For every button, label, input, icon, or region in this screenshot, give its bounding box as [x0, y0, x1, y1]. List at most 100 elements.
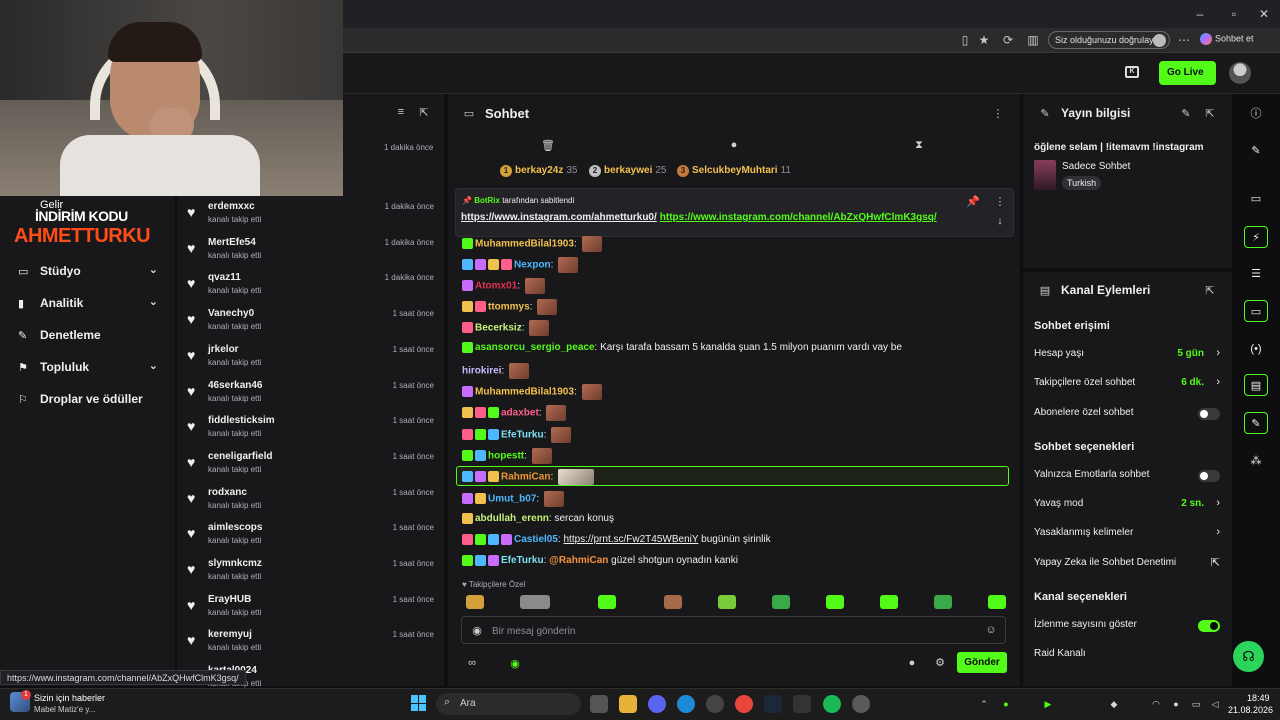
- quick-emote-button[interactable]: [772, 595, 790, 609]
- chat-username[interactable]: EfeTurku: [501, 555, 544, 566]
- send-button[interactable]: Gönder: [957, 652, 1007, 673]
- follower-row[interactable]: ♥ Vanechy0 kanalı takip etti 1 saat önce: [187, 308, 437, 342]
- points-icon[interactable]: ∞: [465, 657, 479, 669]
- chat-message[interactable]: Umut_b07:: [462, 491, 564, 509]
- tray-discord-icon[interactable]: ◆: [1108, 698, 1120, 710]
- chat-username[interactable]: MuhammedBilal1903: [475, 387, 574, 398]
- taskbar-search[interactable]: ⌕ Ara: [436, 693, 581, 715]
- chat-message[interactable]: Becerksiz:: [462, 320, 550, 338]
- edge-icon[interactable]: [677, 695, 695, 713]
- wrench-icon[interactable]: ✎: [1244, 412, 1268, 434]
- add-widget-icon[interactable]: ⁂: [1244, 450, 1268, 472]
- maximize-icon[interactable]: ▫: [1226, 6, 1242, 22]
- start-button[interactable]: [411, 695, 427, 711]
- follower-name[interactable]: MertEfe54: [208, 237, 256, 248]
- go-live-button[interactable]: Go Live: [1159, 61, 1216, 85]
- follower-row[interactable]: ♥ aimlescops kanalı takip etti 1 saat önce: [187, 522, 437, 556]
- expand-down-icon[interactable]: ↓: [993, 215, 1007, 227]
- follower-row[interactable]: ♥ jrkelor kanalı takip etti 1 saat önce: [187, 344, 437, 378]
- chat-message[interactable]: Nexpon:: [462, 257, 579, 275]
- follower-row[interactable]: ♥ MertEfe54 kanalı takip etti 1 dakika önce: [187, 237, 437, 271]
- follower-name[interactable]: qvaz11: [208, 272, 241, 283]
- chat-message[interactable]: asansorcu_sergio_peace: Karşı tarafa bas…: [462, 342, 902, 360]
- chat-message[interactable]: Castiel05: https://prnt.sc/Fw2T45WBeniY …: [462, 534, 771, 552]
- trash-icon[interactable]: 🗑: [541, 139, 555, 152]
- nav-item-drops[interactable]: ⚐ Droplar ve ödüller: [18, 390, 158, 410]
- reader-icon[interactable]: ▯: [957, 32, 973, 48]
- favorite-star-icon[interactable]: ★: [976, 32, 992, 48]
- steam-icon[interactable]: [764, 695, 782, 713]
- follower-name[interactable]: erdemxxc: [208, 201, 255, 212]
- banned-words-row[interactable]: Yasaklanmış kelimeler ›: [1034, 526, 1222, 543]
- chat-username[interactable]: Nexpon: [514, 260, 551, 271]
- follower-row[interactable]: ♥ fiddlesticksim kanalı takip etti 1 saat ö…: [187, 415, 437, 449]
- sub-chat-toggle[interactable]: [1198, 408, 1220, 420]
- tray-network-icon[interactable]: ▭: [1190, 698, 1202, 710]
- chat-message[interactable]: hopestt:: [462, 448, 552, 466]
- chat-message[interactable]: EfeTurku:: [462, 427, 572, 445]
- extensions-icon[interactable]: ⟳: [1000, 32, 1016, 48]
- more-vertical-icon[interactable]: ⋮: [991, 107, 1005, 120]
- nav-item-analytics[interactable]: ▮ Analitik ⌄: [18, 294, 158, 314]
- follower-name[interactable]: fiddlesticksim: [208, 415, 275, 426]
- chat-username[interactable]: RahmiCan: [501, 472, 550, 483]
- chat-message[interactable]: RahmiCan:: [462, 469, 595, 487]
- broadcast-icon[interactable]: (•): [1244, 338, 1268, 360]
- hourglass-icon[interactable]: ⧗: [912, 139, 926, 152]
- tray-app-icon[interactable]: ●: [1000, 698, 1012, 710]
- quick-emote-button[interactable]: [664, 595, 682, 609]
- edit-icon[interactable]: ✎: [1179, 107, 1193, 120]
- user-avatar[interactable]: [1229, 62, 1251, 84]
- kick-bonus-icon[interactable]: ◉: [508, 657, 522, 670]
- tray-volume-icon[interactable]: ◁: [1209, 698, 1221, 710]
- chat-message[interactable]: MuhammedBilal1903:: [462, 384, 602, 402]
- chat-username[interactable]: asansorcu_sergio_peace: [475, 342, 595, 353]
- chat-message[interactable]: hirokirei:: [462, 363, 530, 381]
- pin-icon[interactable]: 📌: [966, 195, 980, 208]
- settings-app-icon[interactable]: [852, 695, 870, 713]
- quick-emote-button[interactable]: [880, 595, 898, 609]
- ai-moderation-row[interactable]: Yapay Zeka ile Sohbet Denetimi ⇱: [1034, 557, 1222, 573]
- follower-row[interactable]: ♥ ErayHUB kanalı takip etti 1 saat önce: [187, 594, 437, 628]
- spotify-icon[interactable]: [823, 695, 841, 713]
- clock-time[interactable]: 18:49: [1247, 693, 1270, 703]
- quick-emote-button[interactable]: [598, 595, 616, 609]
- quick-emote-button[interactable]: [466, 595, 484, 609]
- follower-name[interactable]: aimlescops: [208, 522, 262, 533]
- popout-icon[interactable]: ⇱: [1203, 284, 1217, 297]
- chat-mention[interactable]: @RahmiCan: [549, 555, 608, 566]
- follower-row[interactable]: ♥ qvaz11 kanalı takip etti 1 dakika önce: [187, 272, 437, 306]
- leaderboard-entry[interactable]: 3 SelcukbeyMuhtari 11: [677, 165, 791, 177]
- chat-username[interactable]: ttommys: [488, 302, 530, 313]
- slow-mode-row[interactable]: Yavaş mod 2 sn. ›: [1034, 497, 1222, 514]
- follower-row[interactable]: ♥ ceneligarfield kanalı takip etti 1 saat ö…: [187, 451, 437, 485]
- chat-message[interactable]: adaxbet:: [462, 405, 567, 423]
- chat-link[interactable]: https://prnt.sc/Fw2T45WBeniY: [563, 534, 698, 545]
- quick-emote-button[interactable]: [988, 595, 1006, 609]
- nav-item-moderation[interactable]: ✎ Denetleme: [18, 326, 158, 346]
- kick-studio-icon[interactable]: K: [1125, 66, 1139, 78]
- follower-row[interactable]: ♥ 46serkan46 kanalı takip etti 1 saat önce: [187, 380, 437, 414]
- chat-username[interactable]: adaxbet: [501, 408, 539, 419]
- follower-name[interactable]: ErayHUB: [208, 594, 251, 605]
- nav-item-studio[interactable]: ▭ Stüdyo ⌄: [18, 262, 158, 282]
- leaderboard-entry[interactable]: 1 berkay24z 35: [500, 165, 578, 177]
- quick-emote-button[interactable]: [826, 595, 844, 609]
- follower-row[interactable]: ♥ slymnkcmz kanalı takip etti 1 saat önce: [187, 558, 437, 592]
- chat-username[interactable]: Becerksiz: [475, 323, 522, 334]
- chat-username[interactable]: hopestt: [488, 451, 524, 462]
- chat-username[interactable]: EfeTurku: [501, 430, 544, 441]
- gear-icon[interactable]: ⚙: [933, 656, 947, 669]
- follower-row[interactable]: ♥ erdemxxc kanalı takip etti 1 dakika önce: [187, 201, 437, 235]
- clock-date[interactable]: 21.08.2026: [1228, 705, 1273, 715]
- follower-row[interactable]: ♥ keremyuj kanalı takip etti 1 saat önce: [187, 629, 437, 663]
- follower-name[interactable]: 46serkan46: [208, 380, 263, 391]
- raid-channel-row[interactable]: Raid Kanalı: [1034, 648, 1222, 664]
- follower-row[interactable]: ♥ rodxanc kanalı takip etti 1 saat önce: [187, 487, 437, 521]
- filter-icon[interactable]: ≡: [394, 106, 408, 120]
- follower-chat-row[interactable]: Takipçilere özel sohbet 6 dk. ›: [1034, 376, 1222, 393]
- chat-bubble-icon[interactable]: ●: [727, 139, 741, 151]
- channel-actions-icon[interactable]: ▤: [1244, 374, 1268, 396]
- video-icon[interactable]: ▭: [1244, 188, 1268, 210]
- emoji-icon[interactable]: ☺: [984, 624, 998, 636]
